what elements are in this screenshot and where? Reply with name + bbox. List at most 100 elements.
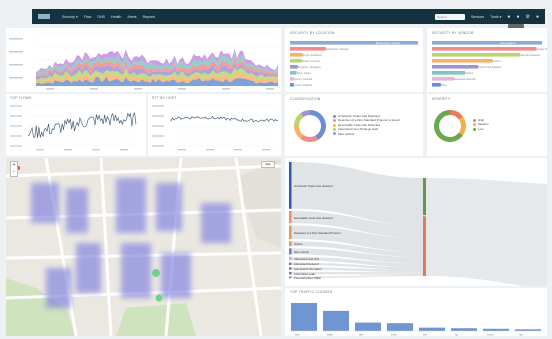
traffic-bar[interactable] bbox=[323, 310, 349, 331]
search-input[interactable]: Search bbox=[435, 13, 466, 20]
sankey-target-node[interactable] bbox=[423, 216, 426, 276]
bell-icon[interactable]: ● bbox=[507, 14, 510, 20]
y-tick-label bbox=[152, 115, 164, 117]
bar[interactable] bbox=[290, 47, 326, 51]
brand-logo[interactable] bbox=[38, 14, 50, 19]
heat-region[interactable] bbox=[156, 183, 182, 231]
sankey-target-node[interactable] bbox=[423, 178, 426, 216]
x-tick-label bbox=[46, 88, 54, 90]
bar[interactable] bbox=[432, 59, 493, 63]
bar-label: Fortinet bbox=[493, 60, 501, 63]
traffic-bar[interactable] bbox=[515, 329, 541, 331]
y-tick-label bbox=[10, 115, 22, 117]
legend-swatch bbox=[473, 118, 476, 122]
donut-slice[interactable] bbox=[294, 124, 304, 139]
y-tick-label bbox=[9, 51, 23, 53]
donut-slice[interactable] bbox=[458, 116, 466, 136]
sankey-source-node[interactable] bbox=[289, 241, 292, 247]
security-vendor-title: SECURITY BY VENDOR bbox=[432, 31, 474, 35]
map-type-button[interactable]: Map bbox=[261, 161, 275, 168]
heatmap-map[interactable]: + − Map bbox=[6, 158, 281, 336]
sankey-link[interactable] bbox=[426, 178, 547, 286]
heat-hotspot[interactable] bbox=[155, 294, 163, 302]
zoom-in-button[interactable]: + bbox=[11, 162, 17, 169]
y-tick-label bbox=[9, 38, 23, 40]
legend-item[interactable]: Low bbox=[473, 127, 489, 131]
menu-item-dns[interactable]: DNS bbox=[97, 15, 105, 19]
map-canvas[interactable] bbox=[6, 158, 281, 336]
bar[interactable] bbox=[432, 83, 441, 87]
menu-item-reports[interactable]: Reports bbox=[143, 15, 156, 19]
x-tick-label bbox=[234, 149, 242, 151]
sankey-source-node[interactable] bbox=[289, 210, 292, 224]
traffic-bar[interactable] bbox=[355, 322, 381, 331]
chat-icon[interactable]: ● bbox=[516, 14, 519, 20]
bar-label: Singapore, Singapore bbox=[298, 66, 322, 69]
traffic-bar[interactable] bbox=[419, 327, 445, 331]
rtt-line-chart bbox=[152, 105, 279, 151]
bar[interactable] bbox=[290, 65, 298, 69]
menu-item-security[interactable]: Security ▾ bbox=[62, 15, 78, 19]
sankey-source-node[interactable] bbox=[289, 276, 292, 279]
x-tick-label bbox=[178, 149, 186, 151]
severity-title: SEVERITY bbox=[432, 97, 451, 101]
classification-donut bbox=[294, 110, 326, 142]
heat-region[interactable] bbox=[76, 243, 101, 293]
sankey-source-node[interactable] bbox=[289, 162, 292, 209]
menu-item-flow[interactable]: Flow bbox=[84, 15, 92, 19]
legend-label: Misc activity bbox=[338, 131, 355, 136]
x-tick-label bbox=[206, 149, 214, 151]
series-line[interactable] bbox=[27, 112, 137, 138]
top-flows-title: TOP FLOWS bbox=[10, 96, 32, 100]
sankey-source-node[interactable] bbox=[289, 271, 292, 275]
bar[interactable] bbox=[432, 71, 465, 75]
heat-region[interactable] bbox=[116, 178, 146, 233]
bar[interactable] bbox=[432, 41, 542, 45]
legend-swatch bbox=[333, 123, 336, 127]
sankey-diagram bbox=[289, 162, 547, 286]
traffic-bar[interactable] bbox=[387, 323, 413, 331]
traffic-bar[interactable] bbox=[291, 303, 317, 331]
heat-region[interactable] bbox=[31, 183, 59, 223]
traffic-bar[interactable] bbox=[483, 328, 509, 331]
donut-slice[interactable] bbox=[300, 134, 318, 142]
traffic-bar[interactable] bbox=[451, 328, 477, 331]
user-icon[interactable]: ● bbox=[536, 14, 539, 20]
y-tick-label bbox=[152, 105, 164, 107]
zoom-out-button[interactable]: − bbox=[11, 169, 17, 176]
heat-region[interactable] bbox=[46, 268, 71, 308]
sankey-source-node[interactable] bbox=[289, 256, 292, 261]
sankey-source-node[interactable] bbox=[289, 225, 292, 240]
sankey-node-label: Detection of a Non-Standard Protocol bbox=[294, 230, 341, 235]
heat-hotspot[interactable] bbox=[152, 269, 160, 277]
sankey-source-node[interactable] bbox=[289, 262, 292, 266]
heat-region[interactable] bbox=[201, 203, 231, 243]
donut-slice[interactable] bbox=[310, 110, 326, 141]
bar[interactable] bbox=[290, 53, 303, 57]
traffic-bar-label: https bbox=[327, 333, 333, 337]
menu-item-health[interactable]: Health bbox=[111, 15, 121, 19]
series-line[interactable] bbox=[169, 115, 279, 123]
legend-item[interactable]: Misc activity bbox=[333, 132, 400, 136]
map-zoom-control[interactable]: + − bbox=[10, 161, 18, 177]
sankey-source-node[interactable] bbox=[289, 248, 292, 255]
heat-region[interactable] bbox=[161, 253, 191, 298]
x-tick-label bbox=[134, 88, 142, 90]
heat-region[interactable] bbox=[121, 243, 151, 298]
bar[interactable] bbox=[432, 47, 537, 51]
gear-icon[interactable]: ⚙ bbox=[525, 14, 529, 20]
bar[interactable] bbox=[432, 53, 520, 57]
location-bar-chart: Bumpersland, Sweden Sandbyberg, Sweden Any… bbox=[290, 41, 418, 87]
traffic-classes-panel: TOP TRAFFIC CLASSES http https dns smtp ssh f… bbox=[285, 288, 547, 336]
sankey-source-node[interactable] bbox=[289, 267, 292, 270]
sankey-panel: A Network Trojan was detected Executable … bbox=[285, 158, 547, 286]
tools-menu[interactable]: Tools ▾ bbox=[490, 15, 501, 19]
sensors-link[interactable]: Sensors bbox=[471, 15, 484, 19]
heat-region[interactable] bbox=[66, 188, 88, 233]
bar[interactable] bbox=[290, 59, 302, 63]
traffic-bar-label: snmp bbox=[487, 334, 494, 337]
bar[interactable] bbox=[432, 77, 454, 81]
bar[interactable] bbox=[432, 65, 479, 69]
top-navbar: Security ▾ Flow DNS Health Alerts Report… bbox=[32, 9, 545, 24]
menu-item-alerts[interactable]: Alerts bbox=[127, 15, 136, 19]
